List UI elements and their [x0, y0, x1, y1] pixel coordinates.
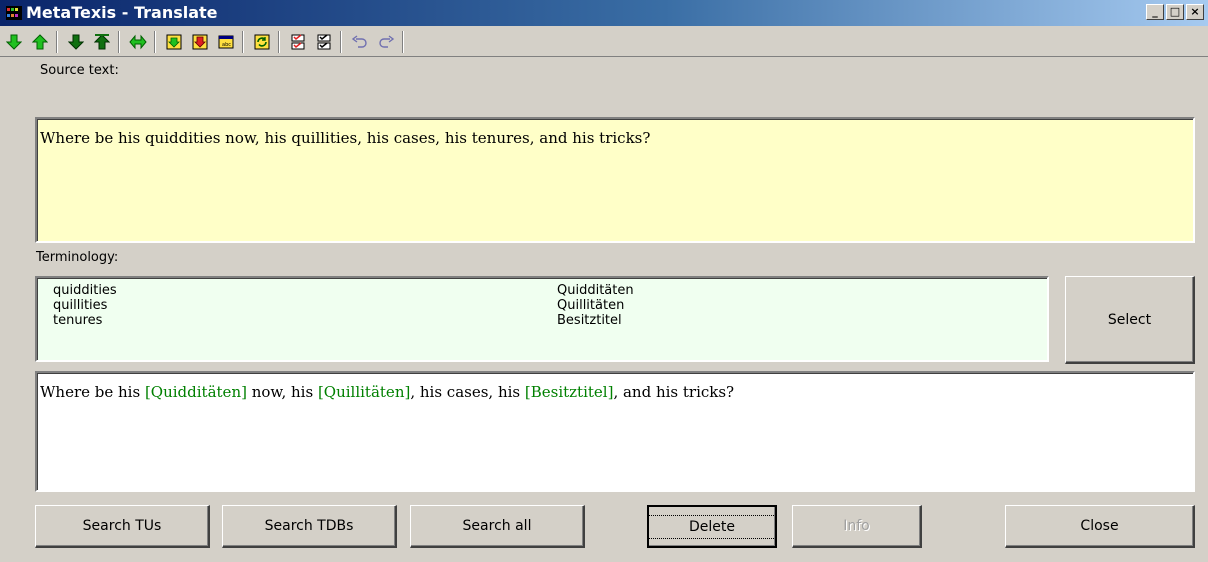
term-highlight: [Besitztitel]	[524, 383, 614, 401]
maximize-button[interactable]: □	[1166, 4, 1184, 20]
close-button[interactable]: Close	[1005, 505, 1195, 548]
insert-yellow-icon	[166, 34, 182, 50]
target-text: Where be his [Quidditäten] now, his [Qui…	[40, 383, 735, 401]
terminology-label: Terminology:	[36, 250, 119, 265]
check-red-icon	[291, 34, 305, 50]
check-box-icon	[317, 34, 331, 50]
arrow-left-right-icon	[129, 34, 147, 50]
term-source: quiddities	[53, 283, 117, 298]
window-button[interactable]: abc	[214, 30, 238, 54]
undo-icon	[351, 35, 367, 48]
info-button[interactable]: Info	[792, 505, 922, 548]
arrow-down-bar-icon	[68, 34, 84, 50]
insert-down-icon	[192, 34, 208, 50]
term-highlight: [Quidditäten]	[144, 383, 247, 401]
search-all-button[interactable]: Search all	[410, 505, 585, 548]
close-window-button[interactable]: ×	[1186, 4, 1204, 20]
list-item[interactable]: tenures Besitztitel	[53, 313, 622, 328]
previous-untranslated-button[interactable]	[90, 30, 114, 54]
undo-button[interactable]	[348, 30, 372, 54]
select-button[interactable]: Select	[1065, 276, 1195, 364]
next-segment-button[interactable]	[2, 30, 26, 54]
source-text-label: Source text:	[40, 63, 119, 78]
source-text: Where be his quiddities now, his quillit…	[40, 129, 651, 147]
previous-segment-button[interactable]	[28, 30, 52, 54]
list-item[interactable]: quiddities Quidditäten	[53, 283, 634, 298]
redo-icon	[379, 35, 395, 48]
search-tdbs-button[interactable]: Search TDBs	[222, 505, 397, 548]
minimize-button[interactable]: _	[1146, 4, 1164, 20]
term-highlight: [Quillitäten]	[317, 383, 411, 401]
check-all-button[interactable]	[312, 30, 336, 54]
terminology-list[interactable]: quiddities Quidditäten quillities Quilli…	[35, 276, 1049, 362]
target-text-box[interactable]: Where be his [Quidditäten] now, his [Qui…	[35, 371, 1195, 492]
swap-button[interactable]	[126, 30, 150, 54]
list-item[interactable]: quillities Quillitäten	[53, 298, 624, 313]
search-tus-button[interactable]: Search TUs	[35, 505, 210, 548]
term-source: quillities	[53, 298, 108, 313]
check-button[interactable]	[286, 30, 310, 54]
insert-source-button[interactable]	[162, 30, 186, 54]
source-text-box[interactable]: Where be his quiddities now, his quillit…	[35, 117, 1195, 243]
arrow-up-bar-icon	[94, 34, 110, 50]
title-bar: MetaTexis - Translate _ □ ×	[0, 0, 1208, 26]
insert-down-button[interactable]	[188, 30, 212, 54]
svg-text:abc: abc	[222, 42, 231, 48]
term-target: Besitztitel	[557, 313, 622, 328]
window-icon: abc	[218, 35, 234, 49]
term-source: tenures	[53, 313, 103, 328]
redo-button[interactable]	[374, 30, 398, 54]
refresh-icon	[254, 34, 270, 50]
arrow-down-green-icon	[6, 34, 22, 50]
term-target: Quillitäten	[557, 298, 625, 313]
term-target: Quidditäten	[557, 283, 634, 298]
refresh-button[interactable]	[250, 30, 274, 54]
arrow-up-green-icon	[32, 34, 48, 50]
metatexis-app-icon	[6, 6, 22, 20]
next-untranslated-button[interactable]	[64, 30, 88, 54]
toolbar: abc	[0, 27, 1208, 57]
delete-button[interactable]: Delete	[647, 505, 777, 548]
window-title: MetaTexis - Translate	[26, 3, 218, 22]
